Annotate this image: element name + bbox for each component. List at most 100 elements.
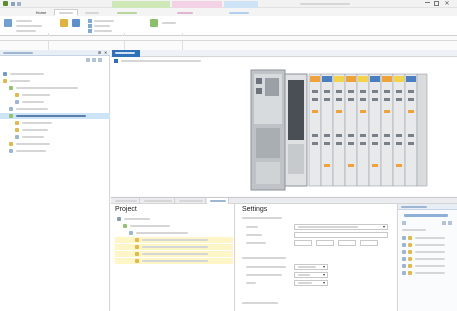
setting-field-number[interactable] bbox=[338, 240, 356, 246]
project-item-selected[interactable] bbox=[115, 251, 233, 257]
io-mapping-item[interactable] bbox=[400, 256, 456, 262]
setting-field-input[interactable] bbox=[294, 232, 388, 238]
io-mapping-item[interactable] bbox=[400, 249, 456, 255]
project-item-selected[interactable] bbox=[115, 258, 233, 264]
setting-label bbox=[246, 242, 266, 244]
tree-item[interactable] bbox=[0, 141, 110, 147]
project-tree-panel: ⊞ ✕ bbox=[0, 50, 110, 311]
tree-item[interactable] bbox=[0, 78, 110, 84]
tab-home-label: Home bbox=[35, 10, 47, 15]
io-mapping-item[interactable] bbox=[400, 263, 456, 269]
undo-icon[interactable] bbox=[17, 2, 21, 6]
toolbar-icon[interactable] bbox=[92, 58, 96, 62]
tab-context-2[interactable] bbox=[172, 9, 198, 16]
setting-label bbox=[246, 266, 286, 268]
setting-label bbox=[246, 274, 282, 276]
io-mapping-header bbox=[398, 204, 457, 210]
settings-panel-title: Settings bbox=[242, 206, 268, 213]
filter-icon[interactable] bbox=[402, 221, 406, 225]
ribbon-button-label bbox=[16, 25, 42, 27]
io-mapping-title bbox=[404, 214, 448, 217]
tab-context-1[interactable] bbox=[112, 9, 142, 16]
project-panel-title: Project bbox=[115, 206, 137, 213]
project-item-selected[interactable] bbox=[115, 237, 233, 243]
ribbon-button-label bbox=[94, 20, 114, 22]
device-icon bbox=[114, 59, 118, 63]
toolbar-icon[interactable] bbox=[442, 221, 446, 225]
io-mapping-item[interactable] bbox=[400, 270, 456, 276]
io-mapping-item[interactable] bbox=[400, 235, 456, 241]
settings-panel: Settings ▾ ▾ ▾ ▾ bbox=[236, 204, 396, 311]
setting-field-dropdown[interactable]: ▾ bbox=[294, 280, 328, 286]
close-icon[interactable]: ✕ bbox=[444, 1, 450, 7]
project-item-selected[interactable] bbox=[115, 244, 233, 250]
tab-4[interactable] bbox=[80, 9, 104, 16]
project-item[interactable] bbox=[115, 216, 233, 222]
ribbon-button-label bbox=[162, 22, 176, 24]
setting-label bbox=[246, 282, 256, 284]
tab-home[interactable]: Home bbox=[30, 9, 52, 16]
app-window: ✕ Home ⊞ ✕ Project Settings ▾ ▾ ▾ ▾ bbox=[0, 0, 457, 311]
save-icon[interactable] bbox=[11, 2, 15, 6]
setting-field-dropdown[interactable]: ▾ bbox=[294, 272, 328, 278]
setting-field-number[interactable] bbox=[360, 240, 378, 246]
app-logo-icon bbox=[3, 1, 8, 6]
io-modules bbox=[308, 73, 428, 187]
ribbon-small-icon[interactable] bbox=[88, 24, 92, 28]
setting-label bbox=[246, 234, 262, 236]
project-panel: Project bbox=[111, 204, 235, 311]
ribbon-tab-row: Home bbox=[0, 8, 457, 16]
ribbon-big-button-3-icon[interactable] bbox=[72, 19, 80, 27]
window-title-text bbox=[300, 3, 350, 5]
tree-item[interactable] bbox=[0, 99, 110, 105]
controller-and-io-modules-image bbox=[250, 69, 428, 191]
column-header bbox=[402, 229, 426, 231]
toolbar-icon[interactable] bbox=[448, 221, 452, 225]
ribbon-button-label bbox=[16, 30, 36, 32]
setting-field-number[interactable] bbox=[316, 240, 334, 246]
setting-label bbox=[246, 226, 258, 228]
close-panel-icon[interactable]: ✕ bbox=[104, 51, 108, 55]
tree-item[interactable] bbox=[0, 92, 110, 98]
tree-item[interactable] bbox=[0, 106, 110, 112]
maximize-icon[interactable] bbox=[434, 1, 439, 6]
device-view-canvas[interactable] bbox=[111, 64, 457, 196]
tab-active[interactable] bbox=[54, 9, 78, 16]
setting-field-dropdown[interactable]: ▾ bbox=[294, 264, 328, 270]
tab-file[interactable] bbox=[6, 9, 28, 16]
tree-item[interactable] bbox=[0, 71, 110, 77]
tree-item[interactable] bbox=[0, 85, 110, 91]
ribbon-small-icon[interactable] bbox=[88, 29, 92, 33]
ribbon-big-button-1-icon[interactable] bbox=[4, 19, 12, 27]
ribbon-button-label bbox=[16, 20, 32, 22]
ribbon-big-button-4-icon[interactable] bbox=[150, 19, 158, 27]
ribbon-group-labels bbox=[0, 36, 457, 41]
toolbar-icon[interactable] bbox=[86, 58, 90, 62]
minimize-icon[interactable] bbox=[425, 2, 430, 3]
context-tab-group-3 bbox=[224, 1, 258, 8]
io-mapping-item[interactable] bbox=[400, 242, 456, 248]
ribbon-big-button-2-icon[interactable] bbox=[60, 19, 68, 27]
io-mapping-panel bbox=[397, 204, 457, 311]
title-bar: ✕ bbox=[0, 0, 457, 8]
pin-icon[interactable]: ⊞ bbox=[98, 51, 102, 55]
setting-field-number[interactable] bbox=[294, 240, 312, 246]
ribbon-button-label bbox=[94, 25, 110, 27]
tab-context-3[interactable] bbox=[224, 9, 254, 16]
project-item[interactable] bbox=[115, 223, 233, 229]
toolbar-icon[interactable] bbox=[98, 58, 102, 62]
tree-item[interactable] bbox=[0, 148, 110, 154]
tree-item-selected[interactable] bbox=[0, 113, 110, 119]
ribbon-small-icon[interactable] bbox=[88, 19, 92, 23]
context-tab-group-2 bbox=[172, 1, 222, 8]
tree-item[interactable] bbox=[0, 127, 110, 133]
document-tab-active[interactable] bbox=[112, 50, 140, 57]
setting-field-dropdown[interactable]: ▾ bbox=[294, 224, 388, 230]
ribbon-button-label bbox=[94, 30, 112, 32]
tree-item[interactable] bbox=[0, 120, 110, 126]
tree-item[interactable] bbox=[0, 134, 110, 140]
project-item[interactable] bbox=[115, 230, 233, 236]
ribbon bbox=[0, 16, 457, 50]
document-tab-bar bbox=[111, 50, 457, 57]
context-tab-group-1 bbox=[112, 1, 170, 8]
